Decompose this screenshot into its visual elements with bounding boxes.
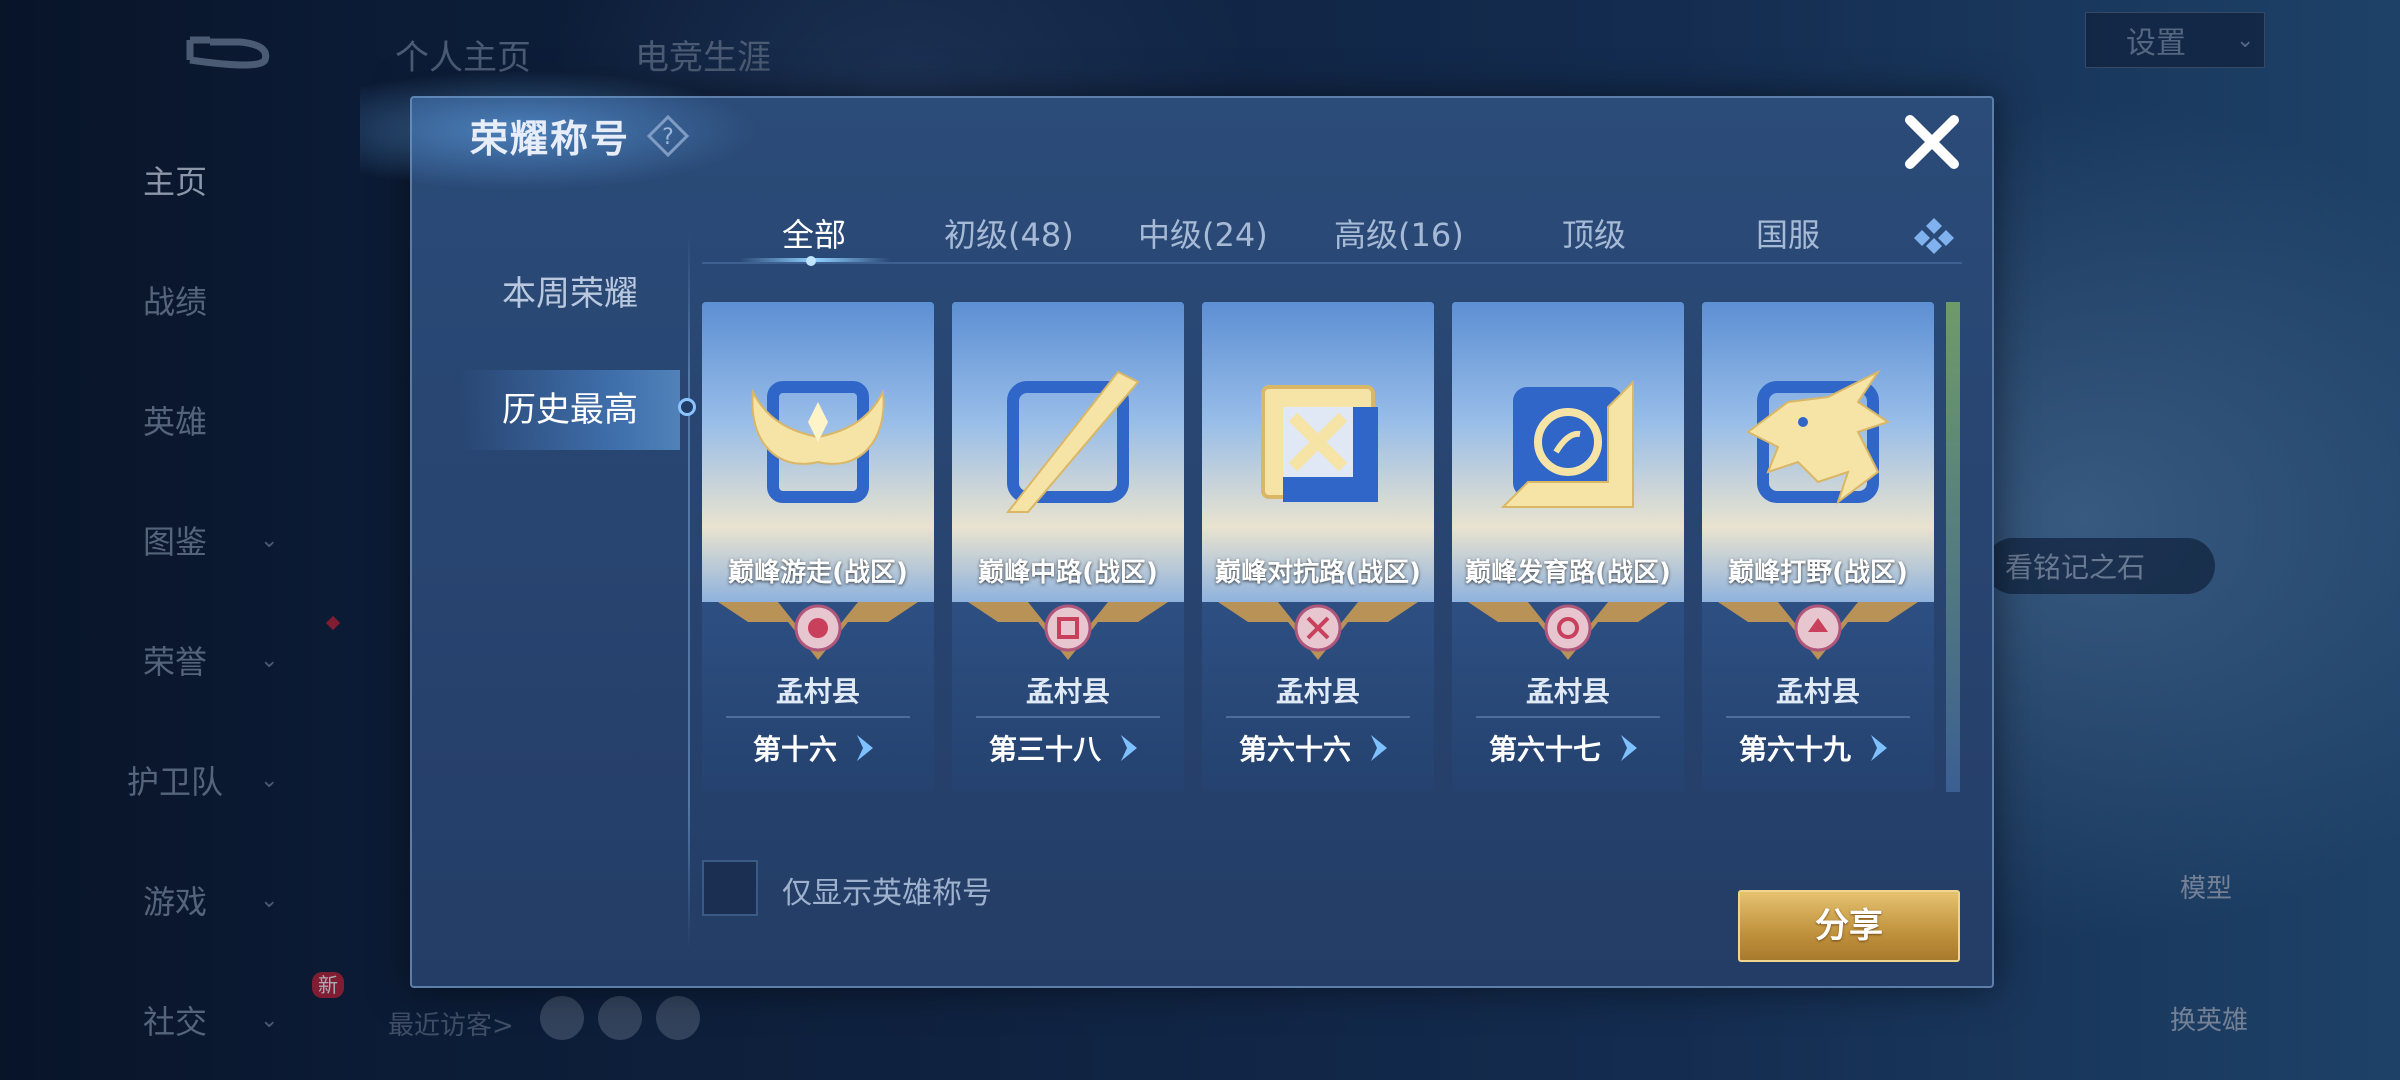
tab-beginner[interactable]: 初级(48) (944, 210, 1074, 256)
card-region: 孟村县 (1025, 675, 1110, 708)
title-card[interactable]: 巅峰对抗路(战区) 孟村县 第六十六 (1202, 302, 1434, 792)
rank-badge-icon (718, 602, 918, 660)
active-tab-dot (806, 256, 816, 266)
side-tab-this-week[interactable]: 本周荣耀 (460, 266, 680, 315)
title-card[interactable]: 巅峰发育路(战区) 孟村县 第六十七 (1452, 302, 1684, 792)
card-region: 孟村县 (1275, 675, 1360, 708)
card-region: 孟村县 (1525, 675, 1610, 708)
divider (726, 716, 910, 718)
chevron-right-icon (1371, 735, 1387, 761)
divider (976, 716, 1160, 718)
wings-icon (751, 381, 885, 503)
card-title: 巅峰对抗路(战区) (1215, 558, 1421, 588)
title-card[interactable]: 巅峰中路(战区) 孟村县 第三十八 (952, 302, 1184, 792)
coin-icon (1500, 379, 1634, 508)
svg-text:?: ? (662, 125, 674, 150)
tab-underline (702, 262, 1962, 264)
dialog-title: 荣耀称号 (470, 117, 631, 161)
divider (1726, 716, 1910, 718)
next-card-peek[interactable] (1946, 302, 1960, 792)
card-rank[interactable]: 第三十八 (952, 728, 1184, 768)
title-cards: 巅峰游走(战区) 孟村县 第十六 巅峰中路(战区) 孟村县 第三十八 巅峰对抗路… (702, 302, 1960, 792)
active-indicator (678, 398, 696, 416)
tab-all[interactable]: 全部 (782, 210, 846, 256)
tab-advanced[interactable]: 高级(16) (1334, 210, 1464, 256)
divider (688, 230, 690, 950)
card-title: 巅峰游走(战区) (728, 558, 908, 588)
more-tabs-icon[interactable] (1914, 214, 1954, 254)
tab-top[interactable]: 顶级 (1562, 210, 1626, 256)
card-region: 孟村县 (1775, 675, 1860, 708)
rank-badge-icon (1718, 602, 1918, 660)
card-rank[interactable]: 第六十七 (1452, 728, 1684, 768)
card-title: 巅峰发育路(战区) (1465, 558, 1671, 588)
slash-icon (1005, 370, 1140, 513)
card-region: 孟村县 (775, 675, 860, 708)
title-card[interactable]: 巅峰打野(战区) 孟村县 第六十九 (1702, 302, 1934, 792)
rank-badge-icon (1468, 602, 1668, 660)
chevron-right-icon (857, 735, 873, 761)
dragon-icon (1746, 369, 1891, 505)
card-rank[interactable]: 第十六 (702, 728, 934, 768)
tab-intermediate[interactable]: 中级(24) (1138, 210, 1268, 256)
tab-national[interactable]: 国服 (1756, 210, 1820, 256)
checkbox-label[interactable]: 仅显示英雄称号 (782, 868, 992, 912)
card-rank[interactable]: 第六十六 (1202, 728, 1434, 768)
divider (1476, 716, 1660, 718)
chevron-right-icon (1871, 735, 1887, 761)
card-title: 巅峰中路(战区) (978, 558, 1158, 588)
divider (1226, 716, 1410, 718)
side-tab-history-best[interactable]: 历史最高 (460, 370, 680, 450)
crossed-swords-icon (1261, 385, 1378, 502)
chevron-right-icon (1621, 735, 1637, 761)
hero-title-only-checkbox[interactable] (702, 860, 758, 916)
chevron-right-icon (1121, 735, 1137, 761)
share-button[interactable]: 分享 (1738, 890, 1960, 962)
close-icon[interactable] (1900, 110, 1964, 174)
card-rank[interactable]: 第六十九 (1702, 728, 1934, 768)
card-title: 巅峰打野(战区) (1728, 558, 1908, 588)
title-card[interactable]: 巅峰游走(战区) 孟村县 第十六 (702, 302, 934, 792)
help-icon[interactable]: ? (646, 114, 690, 158)
rank-badge-icon (1218, 602, 1418, 660)
filter-tabs: 全部 初级(48) 中级(24) 高级(16) 顶级 国服 (702, 210, 1962, 266)
rank-badge-icon (968, 602, 1168, 660)
